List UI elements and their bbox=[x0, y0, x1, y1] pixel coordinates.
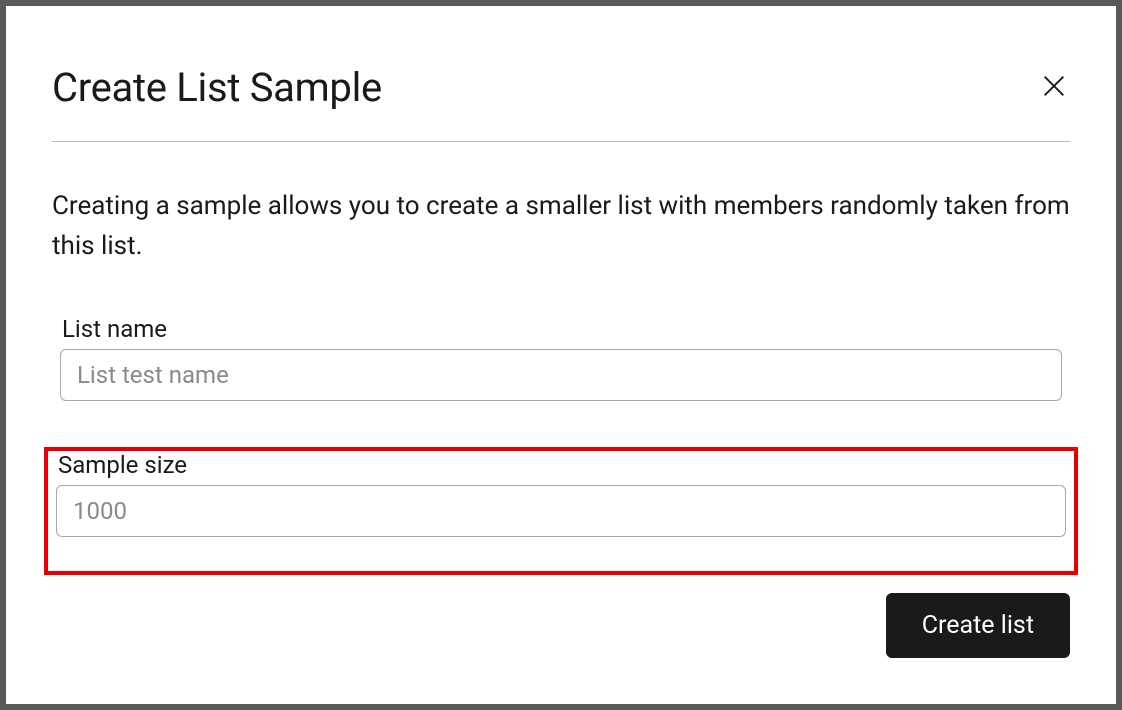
dialog-title: Create List Sample bbox=[52, 64, 382, 111]
divider bbox=[52, 141, 1070, 142]
sample-size-label: Sample size bbox=[58, 451, 1070, 479]
create-list-button[interactable]: Create list bbox=[886, 593, 1070, 658]
list-name-group: List name bbox=[52, 311, 1070, 417]
list-name-label: List name bbox=[62, 315, 1062, 343]
dialog-header: Create List Sample bbox=[52, 64, 1070, 111]
create-list-sample-dialog: Create List Sample Creating a sample all… bbox=[6, 6, 1116, 704]
list-name-input[interactable] bbox=[60, 349, 1062, 401]
close-button[interactable] bbox=[1034, 66, 1074, 109]
sample-size-input[interactable] bbox=[56, 485, 1066, 537]
close-icon bbox=[1040, 72, 1068, 100]
dialog-description: Creating a sample allows you to create a… bbox=[52, 186, 1070, 267]
dialog-footer: Create list bbox=[52, 593, 1070, 658]
sample-size-group: Sample size bbox=[44, 447, 1078, 575]
